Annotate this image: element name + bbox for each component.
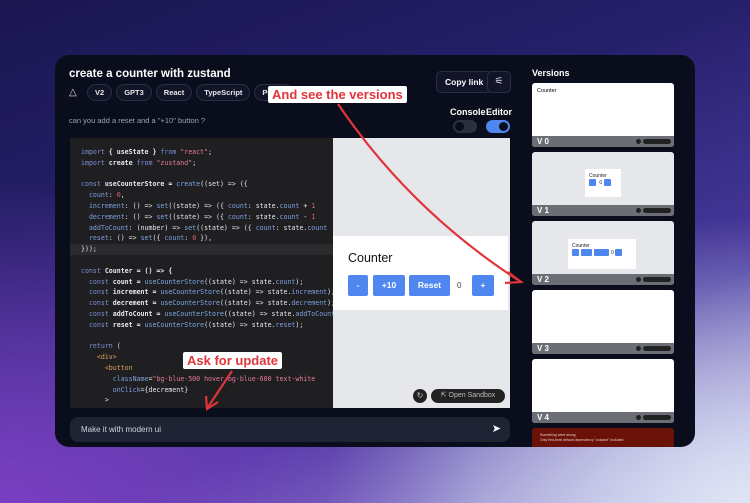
annotation-update: Ask for update <box>183 352 283 369</box>
arrow-to-input <box>207 370 233 408</box>
annotation-versions: And see the versions <box>268 86 407 103</box>
arrow-to-versions <box>337 103 519 281</box>
annotation-arrows <box>204 103 524 411</box>
